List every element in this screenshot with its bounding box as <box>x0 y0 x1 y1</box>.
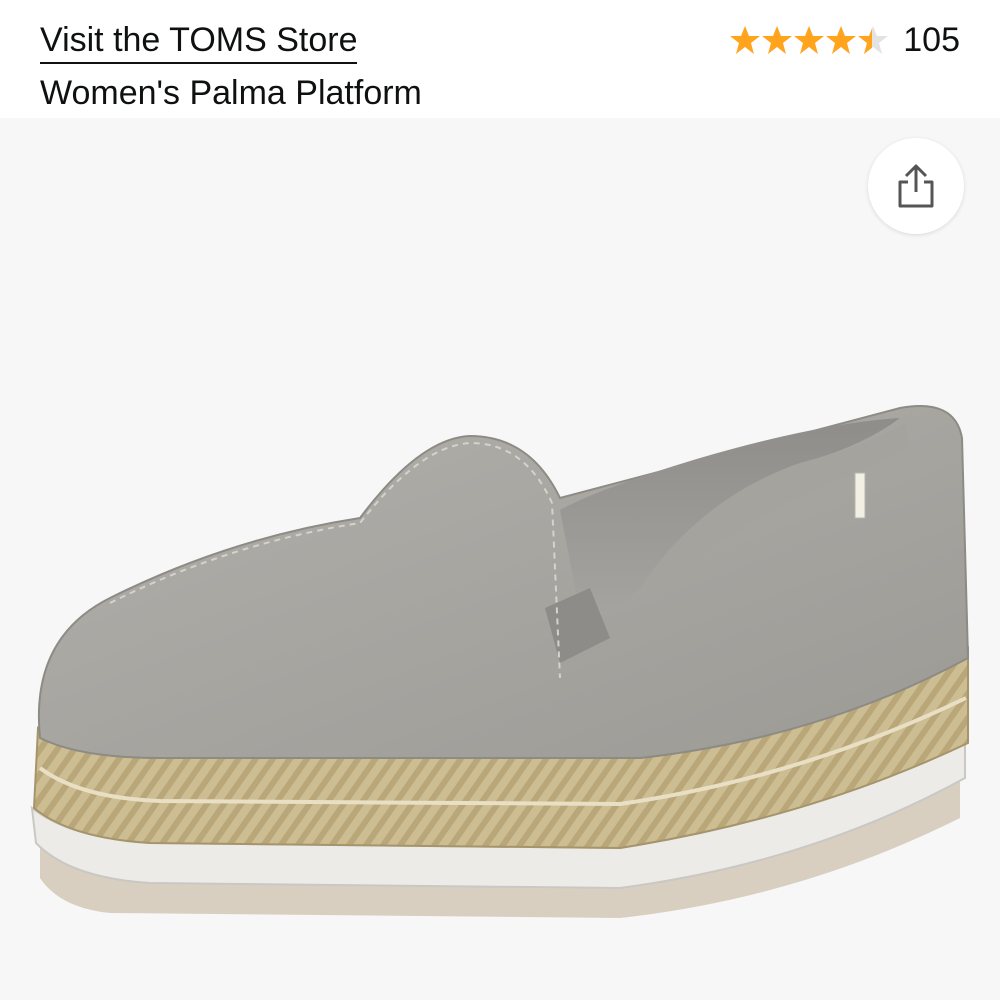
star-icon <box>794 26 825 54</box>
product-page: Visit the TOMS Store Women's Palma Platf… <box>0 0 1000 1000</box>
half-star-icon <box>858 26 889 54</box>
store-link[interactable]: Visit the TOMS Store <box>40 20 358 64</box>
star-icon <box>826 26 857 54</box>
product-image-gallery[interactable] <box>0 118 1000 1000</box>
rating-summary[interactable]: 105 <box>729 20 960 60</box>
star-icon <box>730 26 761 54</box>
star-icon <box>762 26 793 54</box>
product-title: Women's Palma Platform <box>40 74 422 112</box>
star-rating[interactable] <box>729 24 889 56</box>
star-rating-icon <box>730 26 889 54</box>
product-image <box>30 405 970 918</box>
side-tag <box>854 472 866 519</box>
review-count[interactable]: 105 <box>903 20 960 60</box>
share-button[interactable] <box>868 138 964 234</box>
product-header: Visit the TOMS Store Women's Palma Platf… <box>0 0 1000 118</box>
share-icon <box>898 164 934 208</box>
